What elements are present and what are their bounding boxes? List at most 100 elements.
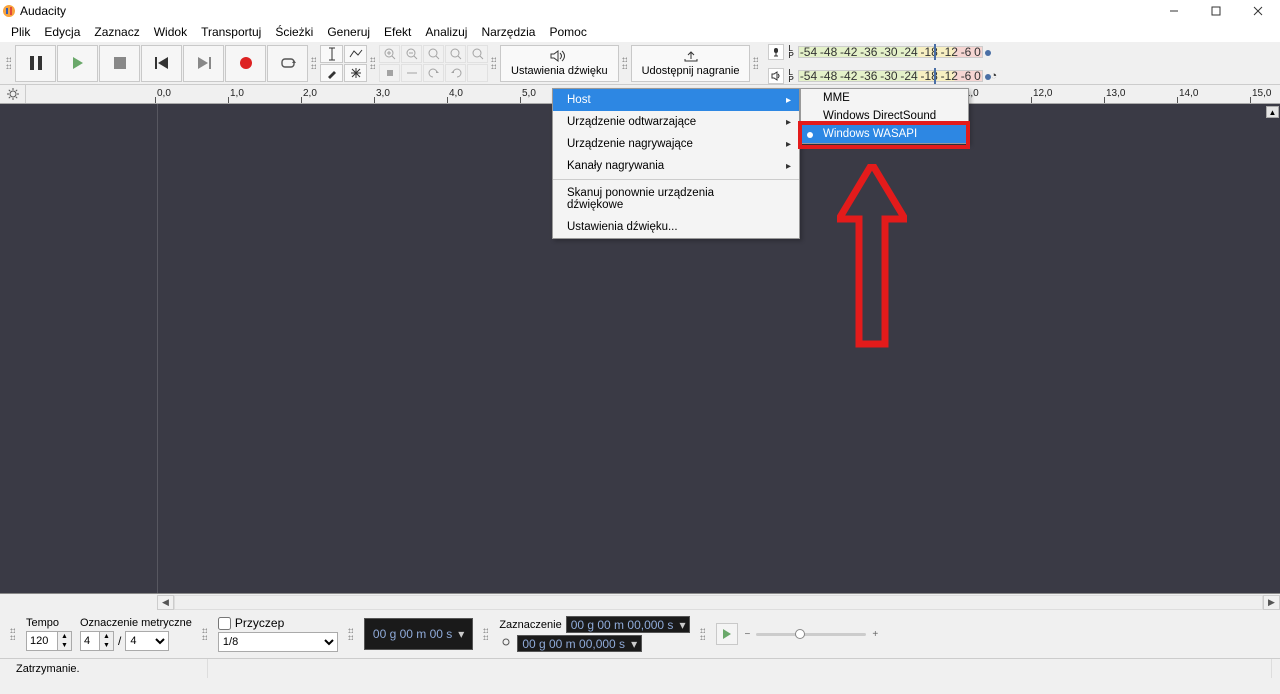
multi-tool[interactable]	[344, 64, 367, 82]
draw-tool[interactable]	[320, 64, 343, 82]
toolbar-grip[interactable]	[622, 48, 628, 78]
skip-start-button[interactable]	[141, 45, 182, 82]
toolbar-grip[interactable]	[491, 48, 497, 78]
play-meter-toggle[interactable]	[768, 68, 784, 84]
zoom-toggle-button[interactable]	[467, 45, 488, 63]
ruler-tick-label: 2,0	[303, 88, 317, 99]
redo-button[interactable]	[445, 64, 466, 82]
app-logo-icon	[2, 4, 16, 18]
ruler-tick-label: 4,0	[449, 88, 463, 99]
playback-cursor	[157, 104, 158, 593]
tempo-stepper[interactable]: ▲▼	[26, 631, 72, 651]
playback-meter[interactable]: -54-48-42-36-30-24-18-12-60	[798, 70, 983, 82]
gear-icon	[6, 87, 20, 101]
stop-button[interactable]	[99, 45, 140, 82]
selection-settings-button[interactable]	[499, 635, 513, 652]
dropdown-item[interactable]: Host	[553, 89, 799, 111]
skip-end-button[interactable]	[183, 45, 224, 82]
snap-label: Przyczep	[235, 616, 284, 630]
timesig-numerator-stepper[interactable]: ▲▼	[80, 631, 114, 651]
dropdown-item[interactable]: Skanuj ponownie urządzenia dźwiękowe	[553, 179, 799, 216]
hscroll-right-button[interactable]: ▶	[1263, 595, 1280, 610]
audio-settings-button[interactable]: Ustawienia dźwięku	[500, 45, 619, 82]
dropdown-item[interactable]: Ustawienia dźwięku...	[553, 216, 799, 238]
toolbar-grip[interactable]	[370, 48, 376, 78]
annotation-highlight-box	[798, 121, 970, 149]
undo-button[interactable]	[423, 64, 444, 82]
menu-narzedzia[interactable]: Narzędzia	[474, 23, 542, 41]
ruler-tick-label: 13,0	[1106, 88, 1125, 99]
speed-slider[interactable]	[756, 633, 866, 636]
toolbar-grip[interactable]	[483, 619, 489, 649]
pause-button[interactable]	[15, 45, 56, 82]
submenu-item[interactable]: MME	[801, 89, 968, 107]
maximize-button[interactable]	[1196, 0, 1236, 22]
menu-transportuj[interactable]: Transportuj	[194, 23, 268, 41]
play-button[interactable]	[57, 45, 98, 82]
toolbar-grip[interactable]	[10, 619, 16, 649]
menu-plik[interactable]: Plik	[4, 23, 37, 41]
ruler-tick-label: 12,0	[1033, 88, 1052, 99]
snap-value-select[interactable]: 1/8	[218, 632, 338, 652]
titlebar: Audacity	[0, 0, 1280, 22]
menu-efekt[interactable]: Efekt	[377, 23, 418, 41]
ruler-tick-label: 14,0	[1179, 88, 1198, 99]
record-meter-toggle[interactable]	[768, 44, 784, 60]
silence-button[interactable]	[401, 64, 422, 82]
menu-zaznacz[interactable]: Zaznacz	[87, 23, 146, 41]
menu-widok[interactable]: Widok	[147, 23, 194, 41]
menu-edycja[interactable]: Edycja	[37, 23, 87, 41]
play-at-speed: − +	[716, 623, 878, 645]
meter-lp-label: LP	[788, 45, 793, 59]
toolbar-grip[interactable]	[202, 619, 208, 649]
snap-checkbox[interactable]	[218, 617, 231, 630]
close-button[interactable]	[1238, 0, 1278, 22]
selection-tool[interactable]	[320, 45, 343, 63]
dropdown-item[interactable]: Kanały nagrywania	[553, 155, 799, 177]
dropdown-item[interactable]: Urządzenie nagrywające	[553, 133, 799, 155]
meter-lp-label: LP	[788, 69, 793, 83]
annotation-arrow-icon	[837, 164, 907, 349]
share-audio-button[interactable]: Udostępnij nagranie	[631, 45, 751, 82]
horizontal-scrollbar[interactable]: ◀ ▶	[0, 594, 1280, 610]
timesig-label: Oznaczenie metryczne	[80, 617, 192, 629]
play-at-speed-button[interactable]	[716, 623, 738, 645]
main-time-display[interactable]: 00 g 00 m 00 s▾	[364, 618, 473, 650]
zoom-in-button[interactable]	[379, 45, 400, 63]
chevron-down-icon[interactable]: ▾	[679, 618, 685, 632]
toolbar-grip[interactable]	[700, 619, 706, 649]
record-button[interactable]	[225, 45, 266, 82]
dropdown-item[interactable]: Urządzenie odtwarzające	[553, 111, 799, 133]
selection-start-display[interactable]: 00 g 00 m 00,000 s▾	[566, 616, 691, 633]
envelope-tool[interactable]	[344, 45, 367, 63]
menu-analizuj[interactable]: Analizuj	[418, 23, 474, 41]
menu-generuj[interactable]: Generuj	[320, 23, 377, 41]
hscroll-left-button[interactable]: ◀	[157, 595, 174, 610]
menu-sciezki[interactable]: Ścieżki	[268, 23, 320, 41]
fit-project-button[interactable]	[445, 45, 466, 63]
zoom-out-button[interactable]	[401, 45, 422, 63]
bottom-toolbar: Tempo ▲▼ Oznaczenie metryczne ▲▼ / 4 Prz…	[0, 610, 1280, 658]
toolbar: Ustawienia dźwięku Udostępnij nagranie L…	[0, 42, 1280, 84]
selection-end-display[interactable]: 00 g 00 m 00,000 s▾	[517, 635, 642, 652]
window-title: Audacity	[20, 4, 66, 18]
timeline-settings-button[interactable]	[0, 85, 26, 103]
vscroll-up-button[interactable]: ▲	[1266, 106, 1279, 118]
toolbar-grip[interactable]	[6, 48, 12, 78]
menu-pomoc[interactable]: Pomoc	[542, 23, 593, 41]
chevron-down-icon[interactable]: ▾	[631, 637, 637, 651]
timesig-denominator-select[interactable]: 4	[125, 631, 169, 651]
upload-icon	[682, 49, 700, 63]
toolbar-grip[interactable]	[311, 48, 317, 78]
trim-button[interactable]	[379, 64, 400, 82]
toolbar-grip[interactable]	[348, 619, 354, 649]
meters-toolbar: LP -54-48-42-36-30-24-18-12-60 LP -54-48…	[768, 42, 1000, 84]
toolbar-grip[interactable]	[753, 48, 759, 78]
minimize-button[interactable]	[1154, 0, 1194, 22]
fit-selection-button[interactable]	[423, 45, 444, 63]
statusbar: Zatrzymanie.	[0, 658, 1280, 678]
tools-toolbar	[320, 45, 367, 82]
chevron-down-icon[interactable]: ▾	[458, 627, 464, 641]
loop-button[interactable]	[267, 45, 308, 82]
recording-meter[interactable]: -54-48-42-36-30-24-18-12-60	[798, 46, 983, 58]
